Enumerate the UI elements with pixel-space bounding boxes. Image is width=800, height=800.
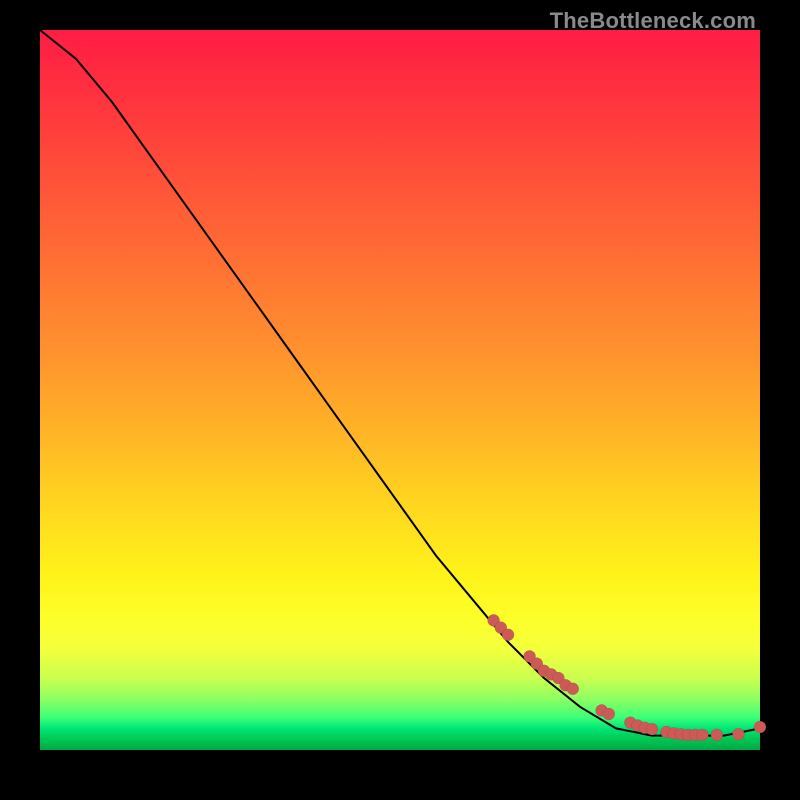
data-point bbox=[711, 729, 723, 741]
data-point bbox=[646, 723, 658, 735]
data-point bbox=[754, 721, 766, 733]
chart-overlay bbox=[40, 30, 760, 750]
scatter-points bbox=[488, 614, 766, 741]
data-point bbox=[696, 729, 708, 741]
data-point bbox=[603, 708, 615, 720]
chart-frame: TheBottleneck.com bbox=[0, 0, 800, 800]
data-point bbox=[732, 728, 744, 740]
bottleneck-curve bbox=[40, 30, 760, 736]
plot-area bbox=[40, 30, 760, 750]
data-point bbox=[502, 629, 514, 641]
data-point bbox=[567, 683, 579, 695]
